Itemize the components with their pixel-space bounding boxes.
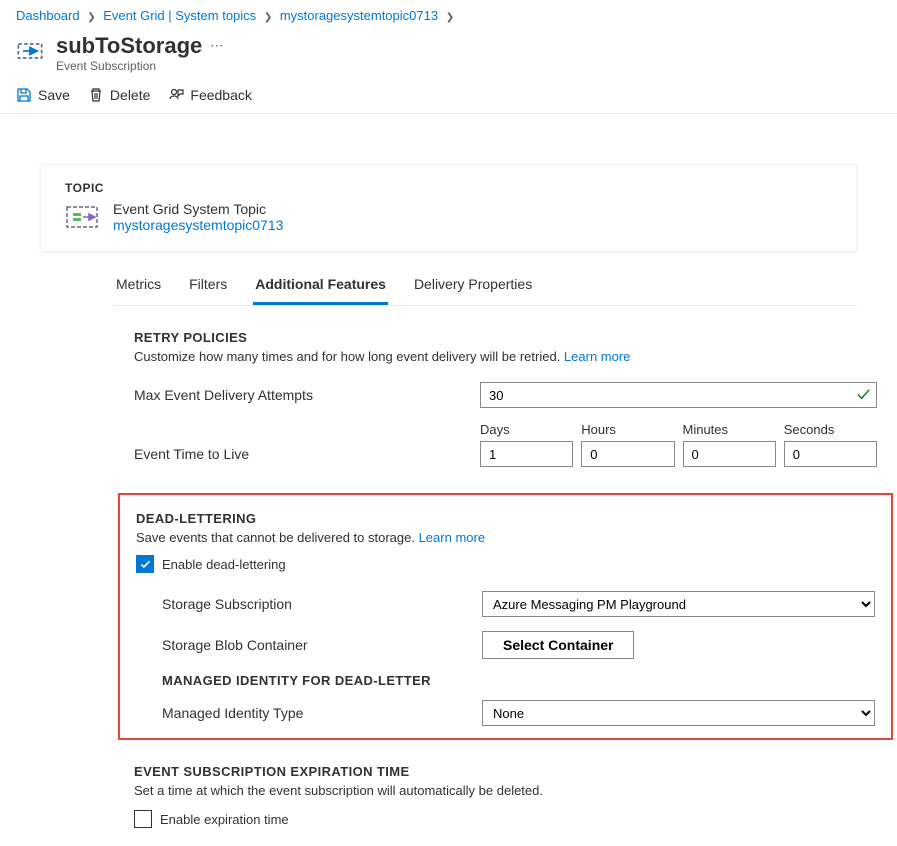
page-header: subToStorage ⋯ Event Subscription	[0, 27, 897, 85]
breadcrumb: Dashboard ❯ Event Grid | System topics ❯…	[0, 0, 897, 27]
expiration-desc: Set a time at which the event subscripti…	[134, 783, 877, 798]
content-panel: RETRY POLICIES Customize how many times …	[134, 330, 877, 828]
delete-label: Delete	[110, 87, 150, 103]
dead-lettering-title: DEAD-LETTERING	[136, 511, 875, 526]
check-icon	[856, 387, 871, 402]
topic-link[interactable]: mystoragesystemtopic0713	[113, 217, 283, 233]
delete-button[interactable]: Delete	[88, 87, 150, 103]
event-grid-topic-icon	[65, 203, 99, 231]
ttl-seconds-label: Seconds	[784, 422, 877, 437]
ttl-hours-input[interactable]	[581, 441, 674, 467]
tabs: Metrics Filters Additional Features Deli…	[114, 266, 857, 306]
managed-identity-type-select[interactable]: None	[482, 700, 875, 726]
topic-label: TOPIC	[65, 181, 832, 195]
retry-policies-desc: Customize how many times and for how lon…	[134, 349, 877, 364]
topic-card: TOPIC Event Grid System Topic mystorages…	[40, 164, 857, 252]
save-button[interactable]: Save	[16, 87, 70, 103]
retry-learn-more-link[interactable]: Learn more	[564, 349, 630, 364]
tab-metrics[interactable]: Metrics	[114, 266, 163, 305]
feedback-button[interactable]: Feedback	[168, 87, 251, 103]
managed-identity-type-label: Managed Identity Type	[162, 705, 482, 721]
dead-lettering-desc: Save events that cannot be delivered to …	[136, 530, 875, 545]
page-title: subToStorage	[56, 33, 202, 59]
dead-learn-more-link[interactable]: Learn more	[419, 530, 485, 545]
enable-expiration-label: Enable expiration time	[160, 812, 289, 827]
select-container-button[interactable]: Select Container	[482, 631, 634, 659]
tab-filters[interactable]: Filters	[187, 266, 229, 305]
enable-expiration-checkbox[interactable]	[134, 810, 152, 828]
topic-type: Event Grid System Topic	[113, 201, 283, 217]
chevron-right-icon: ❯	[446, 12, 454, 23]
managed-identity-title: MANAGED IDENTITY FOR DEAD-LETTER	[162, 673, 875, 688]
chevron-right-icon: ❯	[264, 12, 272, 23]
subscription-icon	[16, 37, 44, 65]
max-attempts-label: Max Event Delivery Attempts	[134, 387, 480, 403]
breadcrumb-link-topic[interactable]: mystoragesystemtopic0713	[280, 8, 438, 23]
tab-additional-features[interactable]: Additional Features	[253, 266, 388, 305]
storage-blob-container-label: Storage Blob Container	[162, 637, 482, 653]
enable-dead-lettering-label: Enable dead-lettering	[162, 557, 286, 572]
ttl-days-label: Days	[480, 422, 573, 437]
ttl-labels: Days Hours Minutes Seconds	[480, 422, 877, 437]
ttl-seconds-input[interactable]	[784, 441, 877, 467]
save-icon	[16, 87, 32, 103]
page-subtitle: Event Subscription	[56, 59, 223, 73]
feedback-label: Feedback	[190, 87, 251, 103]
storage-subscription-label: Storage Subscription	[162, 596, 482, 612]
expiration-title: EVENT SUBSCRIPTION EXPIRATION TIME	[134, 764, 877, 779]
enable-dead-lettering-checkbox[interactable]	[136, 555, 154, 573]
ttl-hours-label: Hours	[581, 422, 674, 437]
max-attempts-input[interactable]	[480, 382, 877, 408]
ttl-label: Event Time to Live	[134, 446, 480, 462]
ttl-minutes-input[interactable]	[683, 441, 776, 467]
tab-delivery-properties[interactable]: Delivery Properties	[412, 266, 534, 305]
command-bar: Save Delete Feedback	[0, 85, 897, 114]
delete-icon	[88, 87, 104, 103]
checkmark-icon	[139, 558, 152, 571]
more-button[interactable]: ⋯	[210, 38, 223, 54]
storage-subscription-select[interactable]: Azure Messaging PM Playground	[482, 591, 875, 617]
feedback-icon	[168, 87, 184, 103]
ttl-days-input[interactable]	[480, 441, 573, 467]
chevron-right-icon: ❯	[87, 12, 95, 23]
ttl-minutes-label: Minutes	[683, 422, 776, 437]
breadcrumb-link-eventgrid[interactable]: Event Grid | System topics	[103, 8, 256, 23]
retry-policies-title: RETRY POLICIES	[134, 330, 877, 345]
save-label: Save	[38, 87, 70, 103]
breadcrumb-link-dashboard[interactable]: Dashboard	[16, 8, 80, 23]
dead-lettering-section: DEAD-LETTERING Save events that cannot b…	[118, 493, 893, 740]
